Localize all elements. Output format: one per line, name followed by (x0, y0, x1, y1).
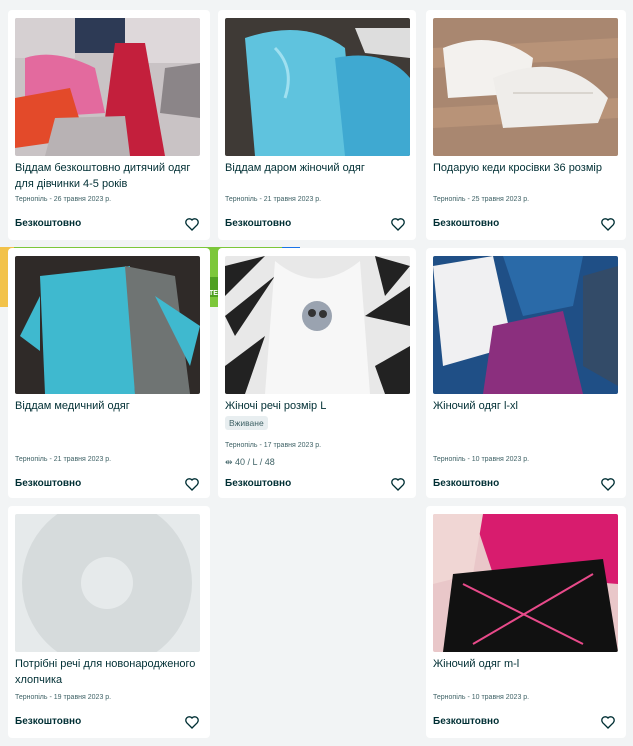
listing-card[interactable]: Віддам даром жіночий одяг Тернопіль - 21… (218, 10, 416, 240)
listing-price: Безкоштовно (433, 478, 500, 489)
heart-icon[interactable] (600, 216, 616, 232)
listing-photo[interactable] (225, 18, 410, 156)
size-value: 40 / L / 48 (235, 457, 275, 467)
listing-location-date: Тернопіль - 17 травня 2023 р. (225, 442, 322, 449)
listing-photo[interactable] (433, 256, 618, 394)
condition-badge: Вживане (225, 416, 268, 430)
listing-photo[interactable] (15, 256, 200, 394)
listing-location-date: Тернопіль - 21 травня 2023 р. (15, 456, 112, 463)
listing-photo[interactable] (433, 18, 618, 156)
listing-card[interactable]: Віддам безкоштовно дитячий одяг для дівч… (8, 10, 210, 240)
listing-title[interactable]: Жіночий одяг m-l (433, 656, 618, 672)
listings-grid: Віддам безкоштовно дитячий одяг для дівч… (0, 0, 633, 746)
listing-title[interactable]: Потрібні речі для новонародженого хлопчи… (15, 656, 200, 688)
listing-price: Безкоштовно (225, 478, 292, 489)
listing-card[interactable]: Жіночі речі розмір L Вживане Тернопіль -… (218, 248, 416, 498)
listing-title[interactable]: Віддам медичний одяг (15, 398, 200, 414)
heart-icon[interactable] (184, 476, 200, 492)
listing-price: Безкоштовно (433, 218, 500, 229)
listing-title[interactable]: Жіночий одяг l-xl (433, 398, 618, 414)
heart-icon[interactable] (390, 476, 406, 492)
listing-location-date: Тернопіль - 26 травня 2023 р. (15, 196, 112, 203)
listing-card[interactable]: Подарую кеди кросівки 36 розмір Тернопіл… (426, 10, 626, 240)
listing-location-date: Тернопіль - 21 травня 2023 р. (225, 196, 322, 203)
heart-icon[interactable] (390, 216, 406, 232)
size-icon: ⇹ (225, 457, 236, 467)
listing-card[interactable]: Віддам медичний одяг Тернопіль - 21 трав… (8, 248, 210, 498)
listing-photo[interactable] (225, 256, 410, 394)
heart-icon[interactable] (184, 714, 200, 730)
listing-title[interactable]: Віддам даром жіночий одяг (225, 160, 410, 176)
no-image-icon[interactable] (15, 514, 200, 652)
listing-card[interactable]: Жіночий одяг l-xl Тернопіль - 10 травня … (426, 248, 626, 498)
size-info: ⇹ 40 / L / 48 (225, 457, 275, 468)
heart-icon[interactable] (600, 476, 616, 492)
listing-location-date: Тернопіль - 10 травня 2023 р. (433, 694, 530, 701)
listing-location-date: Тернопіль - 19 травня 2023 р. (15, 694, 112, 701)
listing-location-date: Тернопіль - 10 травня 2023 р. (433, 456, 530, 463)
listing-price: Безкоштовно (15, 716, 82, 727)
listing-price: Безкоштовно (15, 478, 82, 489)
listing-price: Безкоштовно (433, 716, 500, 727)
listing-title[interactable]: Жіночі речі розмір L (225, 398, 410, 414)
listing-card[interactable]: Жіночий одяг m-l Тернопіль - 10 травня 2… (426, 506, 626, 738)
listing-location-date: Тернопіль - 25 травня 2023 р. (433, 196, 530, 203)
listing-price: Безкоштовно (15, 218, 82, 229)
heart-icon[interactable] (600, 714, 616, 730)
listing-photo[interactable] (433, 514, 618, 652)
listing-photo[interactable] (15, 18, 200, 156)
heart-icon[interactable] (184, 216, 200, 232)
listing-card[interactable]: Потрібні речі для новонародженого хлопчи… (8, 506, 210, 738)
listing-title[interactable]: Віддам безкоштовно дитячий одяг для дівч… (15, 160, 200, 192)
listing-price: Безкоштовно (225, 218, 292, 229)
listing-title[interactable]: Подарую кеди кросівки 36 розмір (433, 160, 618, 176)
